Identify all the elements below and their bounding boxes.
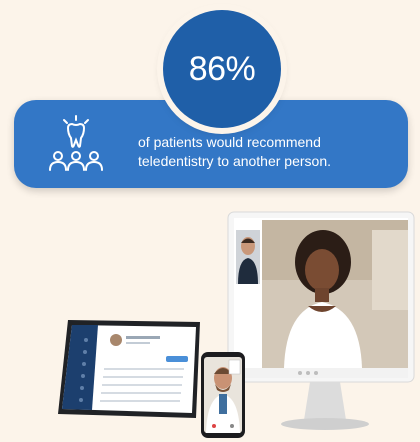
monitor-main-video (262, 220, 408, 368)
stat-caption-line1: of patients would recommend (138, 134, 321, 150)
monitor-self-view (236, 230, 260, 284)
tooth-with-people-icon (44, 114, 108, 181)
stat-caption-line2: teledentistry to another person. (138, 153, 332, 169)
stat-caption: of patients would recommend teledentistr… (138, 133, 400, 171)
stat-circle: 86% (163, 10, 281, 128)
phone (201, 352, 245, 438)
tablet (58, 320, 200, 418)
monitor (227, 211, 415, 430)
stat-value: 86% (188, 49, 256, 88)
